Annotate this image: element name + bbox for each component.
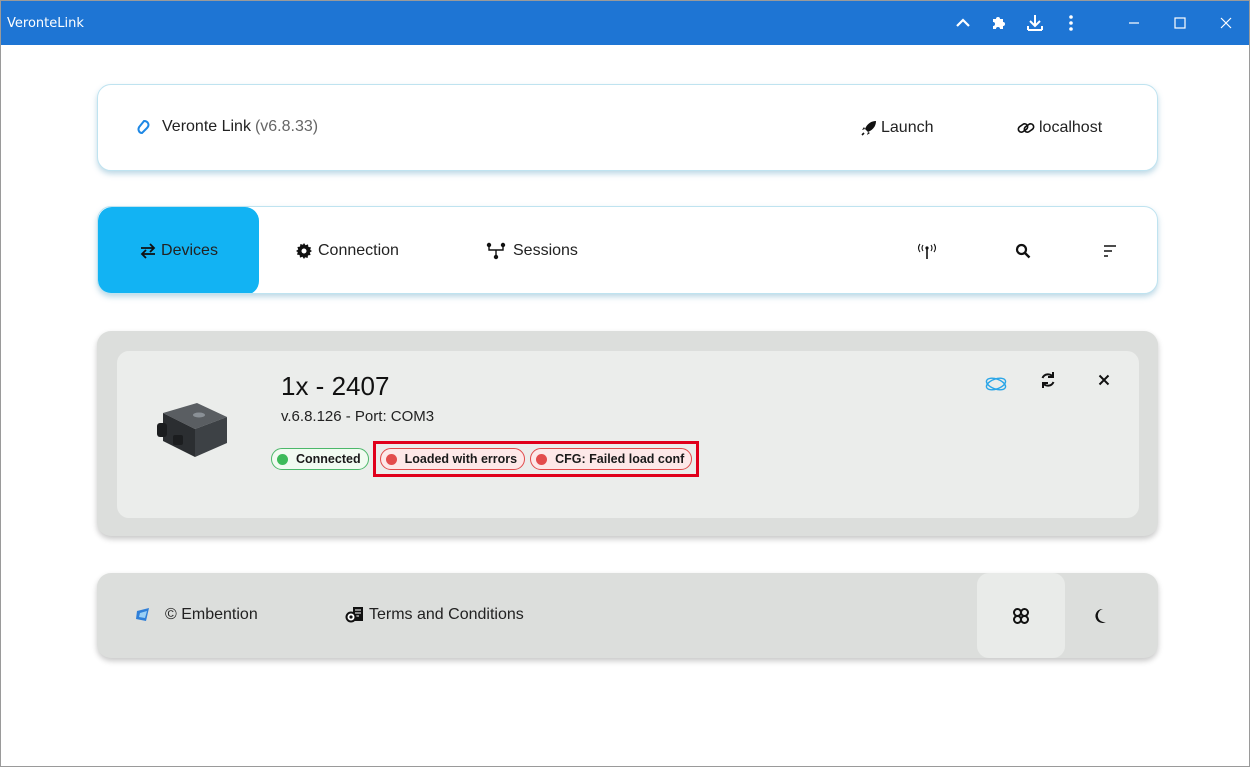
search-icon <box>1015 243 1031 259</box>
tab-connection[interactable]: Connection <box>296 207 399 293</box>
status-dot-icon <box>385 453 397 465</box>
window-title: VeronteLink <box>7 15 84 31</box>
device-image <box>157 403 227 457</box>
status-chips: Connected Loaded with errors CFG: Failed… <box>271 441 700 477</box>
swap-arrows-icon <box>140 243 156 259</box>
download-button[interactable] <box>1017 1 1053 45</box>
host-label: localhost <box>1039 119 1103 136</box>
sessions-icon <box>486 242 506 260</box>
download-icon <box>1027 15 1043 31</box>
veronte-logo-icon <box>137 119 150 135</box>
tab-label: Sessions <box>513 242 578 259</box>
minimize-button[interactable] <box>1111 1 1157 45</box>
link-icon <box>1017 123 1035 133</box>
terms-document-icon <box>345 607 363 623</box>
chip-label: CFG: Failed load conf <box>555 452 685 466</box>
launch-label: Launch <box>881 119 934 136</box>
sort-icon <box>1104 245 1116 257</box>
footer-card: © Embention Terms and Conditions <box>97 573 1158 658</box>
satellite-button[interactable] <box>983 371 1009 397</box>
brand: Veronte Link (v6.8.33) <box>136 118 318 136</box>
status-chip-cfg-failed: CFG: Failed load conf <box>530 448 693 470</box>
more-vert-icon <box>1069 15 1073 31</box>
host-link[interactable]: localhost <box>1016 119 1102 137</box>
tab-devices[interactable]: Devices <box>98 207 259 293</box>
device-card: 1x - 2407 v.6.8.126 - Port: COM3 Connect… <box>97 331 1158 536</box>
status-dot-icon <box>536 453 548 465</box>
device-subtitle: v.6.8.126 - Port: COM3 <box>281 408 435 425</box>
maximize-icon <box>1174 17 1186 29</box>
company-link[interactable]: © Embention <box>135 606 258 624</box>
chip-label: Loaded with errors <box>404 452 518 466</box>
close-window-button[interactable] <box>1203 1 1249 45</box>
chip-label: Connected <box>296 452 361 466</box>
gear-icon <box>296 243 312 259</box>
nav-card: Devices Connection Sessions <box>97 206 1158 294</box>
error-highlight-box: Loaded with errors CFG: Failed load conf <box>372 441 700 477</box>
status-chip-connected: Connected <box>271 448 369 470</box>
device-name: 1x - 2407 <box>281 371 390 401</box>
dark-mode-button[interactable] <box>1087 603 1113 629</box>
title-bar: VeronteLink <box>1 1 1249 45</box>
antenna-icon <box>917 243 937 259</box>
status-dot-icon <box>277 453 288 465</box>
header-card: Veronte Link (v6.8.33) Launch localhost <box>97 84 1158 171</box>
launch-button[interactable]: Launch <box>860 119 934 137</box>
sort-button[interactable] <box>1096 237 1124 265</box>
moon-icon <box>1095 608 1106 623</box>
close-icon <box>1098 374 1110 386</box>
theme-settings-button[interactable] <box>977 573 1065 658</box>
tab-label: Connection <box>318 242 399 259</box>
brand-version: (v6.8.33) <box>254 118 319 135</box>
tab-label: Devices <box>161 242 218 259</box>
puzzle-icon <box>993 17 1005 29</box>
minimize-icon <box>1129 22 1139 24</box>
more-button[interactable] <box>1053 1 1089 45</box>
chevron-up-icon <box>956 18 970 27</box>
rocket-icon <box>861 121 876 136</box>
status-chip-loaded-errors: Loaded with errors <box>379 448 526 470</box>
antenna-button[interactable] <box>913 237 941 265</box>
extensions-button[interactable] <box>981 1 1017 45</box>
collapse-button[interactable] <box>945 1 981 45</box>
close-icon <box>1220 17 1232 29</box>
title-bar-actions <box>945 1 1249 45</box>
remove-device-button[interactable] <box>1091 367 1117 393</box>
terms-link[interactable]: Terms and Conditions <box>345 606 524 624</box>
device-item[interactable]: 1x - 2407 v.6.8.126 - Port: COM3 Connect… <box>117 351 1139 518</box>
search-button[interactable] <box>1009 237 1037 265</box>
refresh-icon <box>1041 372 1055 388</box>
tab-sessions[interactable]: Sessions <box>484 207 578 293</box>
terms-label: Terms and Conditions <box>369 606 524 623</box>
maximize-button[interactable] <box>1157 1 1203 45</box>
embention-logo-icon <box>136 608 149 621</box>
flower-icon <box>1013 607 1029 624</box>
orbit-icon <box>985 377 1007 391</box>
refresh-button[interactable] <box>1035 367 1061 393</box>
brand-name: Veronte Link <box>162 118 251 135</box>
company-label: © Embention <box>165 606 258 623</box>
